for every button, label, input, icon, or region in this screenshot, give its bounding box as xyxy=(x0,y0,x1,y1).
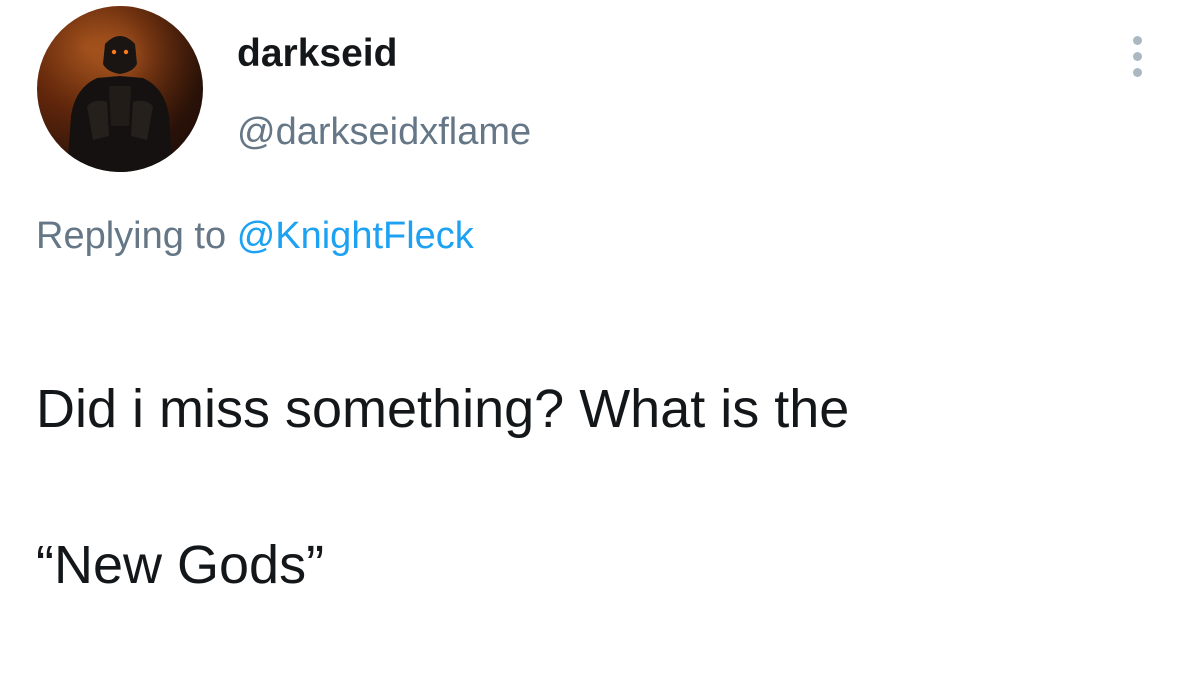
more-options-button[interactable] xyxy=(1120,34,1156,78)
more-vertical-icon-dot xyxy=(1133,68,1142,77)
more-vertical-icon xyxy=(1133,36,1142,45)
tweet-card: darkseid @darkseidxflame Replying to @Kn… xyxy=(0,0,1199,595)
tweet-text: Did i miss something? What is the “New G… xyxy=(36,292,1156,682)
replying-to-prefix: Replying to xyxy=(36,215,227,257)
display-name[interactable]: darkseid xyxy=(237,34,397,73)
replying-to-line: Replying to @KnightFleck xyxy=(36,217,474,255)
more-vertical-icon-dot xyxy=(1133,52,1142,61)
tweet-text-line: “New Gods” xyxy=(36,535,325,595)
avatar-image xyxy=(37,6,203,172)
tweet-text-line: Did i miss something? What is the xyxy=(36,379,850,439)
user-handle[interactable]: @darkseidxflame xyxy=(237,113,531,151)
replying-to-link[interactable]: @KnightFleck xyxy=(237,215,474,257)
avatar[interactable] xyxy=(37,6,203,172)
